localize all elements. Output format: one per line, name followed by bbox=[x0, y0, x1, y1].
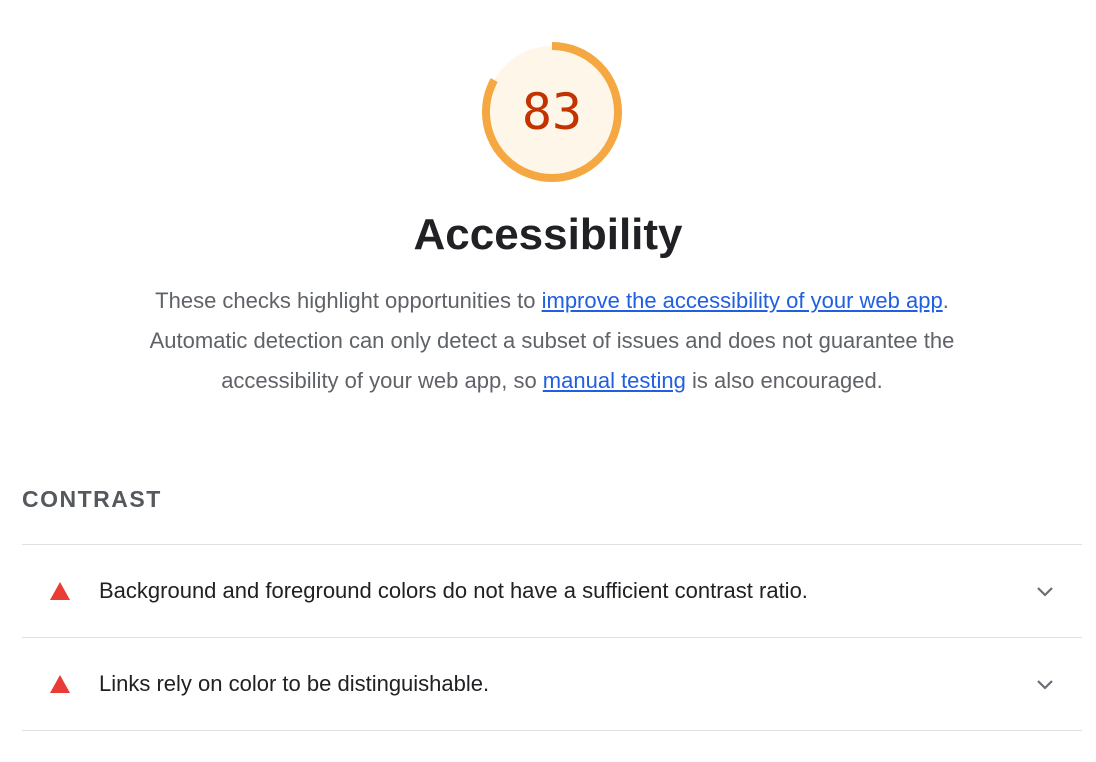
audit-label: Background and foreground colors do not … bbox=[99, 578, 808, 603]
audit-label: Links rely on color to be distinguishabl… bbox=[99, 671, 490, 696]
audit-row-color-contrast[interactable]: Background and foreground colors do not … bbox=[22, 545, 1082, 638]
score-value: 83 bbox=[521, 83, 583, 141]
score-gauge: 83 bbox=[476, 36, 628, 188]
audit-list: Background and foreground colors do not … bbox=[22, 544, 1082, 731]
chevron-down-icon[interactable] bbox=[1032, 578, 1058, 604]
category-title: Accessibility bbox=[413, 210, 683, 259]
group-title-contrast: CONTRAST bbox=[22, 486, 162, 512]
manual-testing-link[interactable]: manual testing bbox=[543, 368, 686, 393]
improve-accessibility-link[interactable]: improve the accessibility of your web ap… bbox=[542, 288, 943, 313]
chevron-down-icon[interactable] bbox=[1032, 671, 1058, 697]
fail-triangle-icon bbox=[50, 582, 70, 600]
fail-triangle-icon bbox=[50, 675, 70, 693]
audit-row-link-in-text-block[interactable]: Links rely on color to be distinguishabl… bbox=[22, 638, 1082, 731]
description-text-3: is also encouraged. bbox=[685, 368, 883, 393]
description-text-1: These checks highlight opportunities to bbox=[155, 288, 542, 313]
category-description: These checks highlight opportunities to … bbox=[148, 281, 956, 401]
